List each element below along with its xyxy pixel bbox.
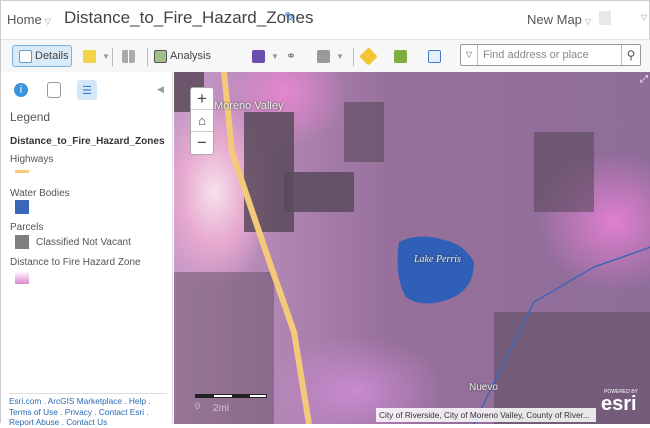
legend-label-not-vacant: Classified Not Vacant (36, 237, 131, 248)
divider (147, 48, 148, 66)
search-source-dropdown[interactable]: ▽ (461, 45, 478, 65)
add-button[interactable]: ▼ (83, 45, 110, 67)
basemap-button[interactable] (122, 45, 138, 67)
footer-links: Esri.com . ArcGIS Marketplace . Help . T… (9, 393, 167, 428)
legend-tab-icon[interactable]: ☰ (77, 80, 97, 100)
home-label: Home (7, 12, 42, 27)
chevron-down-icon: ▼ (271, 51, 279, 61)
add-layer-icon (83, 49, 96, 63)
divider (112, 48, 113, 66)
details-button[interactable]: Details (12, 45, 72, 67)
chevron-down-icon: ▽ (584, 17, 592, 26)
directions-button[interactable] (359, 45, 378, 67)
zoom-in-button[interactable]: + (191, 88, 213, 110)
parcels-swatch (15, 235, 29, 249)
home-extent-button[interactable]: ⌂ (191, 110, 213, 132)
save-button[interactable]: ▼ (252, 45, 279, 67)
zoom-control: + ⌂ − (190, 87, 214, 155)
attribution[interactable]: City of Riverside, City of Moreno Valley… (376, 408, 596, 422)
analysis-button[interactable]: Analysis (154, 45, 211, 67)
distance-gradient-swatch (15, 271, 29, 284)
chevron-down-icon: ▽ (44, 17, 51, 26)
chevron-down-icon: ▼ (336, 51, 344, 61)
footer-line[interactable]: Terms of Use . Privacy . Contact Esri . (9, 407, 167, 418)
about-info-icon[interactable]: i (14, 83, 28, 97)
avatar[interactable] (599, 11, 611, 25)
esri-logo[interactable]: esri (601, 394, 637, 414)
chevron-down-icon: ▼ (102, 51, 110, 61)
edit-pencil-icon[interactable]: ✎ (284, 9, 296, 26)
toolbar: Details ▼ Analysis ▼ ⚭ ▼ ▽ Find address … (1, 39, 650, 72)
search-icon[interactable]: ⚲ (621, 45, 640, 65)
print-icon (317, 49, 330, 63)
highways-swatch (15, 170, 29, 173)
directions-icon (359, 46, 378, 66)
new-map-label: New Map (527, 12, 582, 27)
search-box[interactable]: ▽ Find address or place ⚲ (460, 44, 641, 66)
link-icon: ⚭ (286, 49, 297, 63)
bookmarks-icon (428, 49, 441, 63)
new-map-menu[interactable]: New Map ▽ (527, 12, 591, 27)
label-nuevo: Nuevo (469, 382, 498, 393)
header: Home ▽ Distance_to_Fire_Hazard_Zones ✎ Ne… (1, 1, 650, 39)
footer-line[interactable]: Esri.com . ArcGIS Marketplace . Help . (9, 396, 167, 407)
scale-bar (195, 394, 267, 398)
scale-label-2mi: 2mi (213, 403, 230, 414)
basemap-icon (122, 49, 135, 63)
legend-label-highways: Highways (10, 154, 54, 165)
zoom-out-button[interactable]: − (191, 132, 213, 154)
legend-label-water: Water Bodies (10, 188, 70, 199)
footer-line[interactable]: Report Abuse . Contact Us (9, 417, 167, 428)
print-button[interactable]: ▼ (317, 45, 344, 67)
map-title: Distance_to_Fire_Hazard_Zones (64, 8, 314, 27)
measure-button[interactable] (394, 45, 410, 67)
divider (353, 48, 354, 66)
map-overlay (221, 72, 650, 424)
analysis-label: Analysis (170, 50, 211, 62)
save-icon (252, 49, 265, 63)
map-view[interactable]: Moreno Valley Lake Perris Nuevo ⤢ (174, 72, 650, 424)
label-moreno-valley: Moreno Valley (214, 100, 284, 112)
home-menu[interactable]: Home ▽ (7, 12, 51, 27)
lake-perris-shape (397, 236, 474, 304)
share-button[interactable]: ⚭ (286, 45, 296, 67)
details-label: Details (35, 50, 69, 62)
legend-layer-title: Distance_to_Fire_Hazard_Zones (10, 136, 165, 147)
details-icon (19, 49, 32, 63)
legend-label-distance: Distance to Fire Hazard Zone (10, 257, 141, 268)
highway-line (221, 72, 312, 424)
search-input[interactable]: Find address or place (483, 49, 589, 61)
legend-label-parcels: Parcels (10, 222, 44, 233)
user-menu-chevron-icon[interactable]: ▽ (641, 13, 647, 22)
bookmarks-button[interactable] (428, 45, 444, 67)
analysis-icon (154, 49, 167, 63)
scale-label-0: 0 (195, 401, 201, 411)
content-icon[interactable] (47, 82, 61, 98)
collapse-panel-icon[interactable]: ◀ (157, 84, 164, 95)
water-swatch (15, 200, 29, 214)
sidebar: i ☰ ◀ Legend Distance_to_Fire_Hazard_Zon… (1, 72, 173, 427)
measure-icon (394, 49, 407, 63)
expand-icon[interactable]: ⤢ (640, 74, 648, 85)
legend-title: Legend (10, 110, 51, 124)
label-lake-perris: Lake Perris (414, 254, 461, 265)
